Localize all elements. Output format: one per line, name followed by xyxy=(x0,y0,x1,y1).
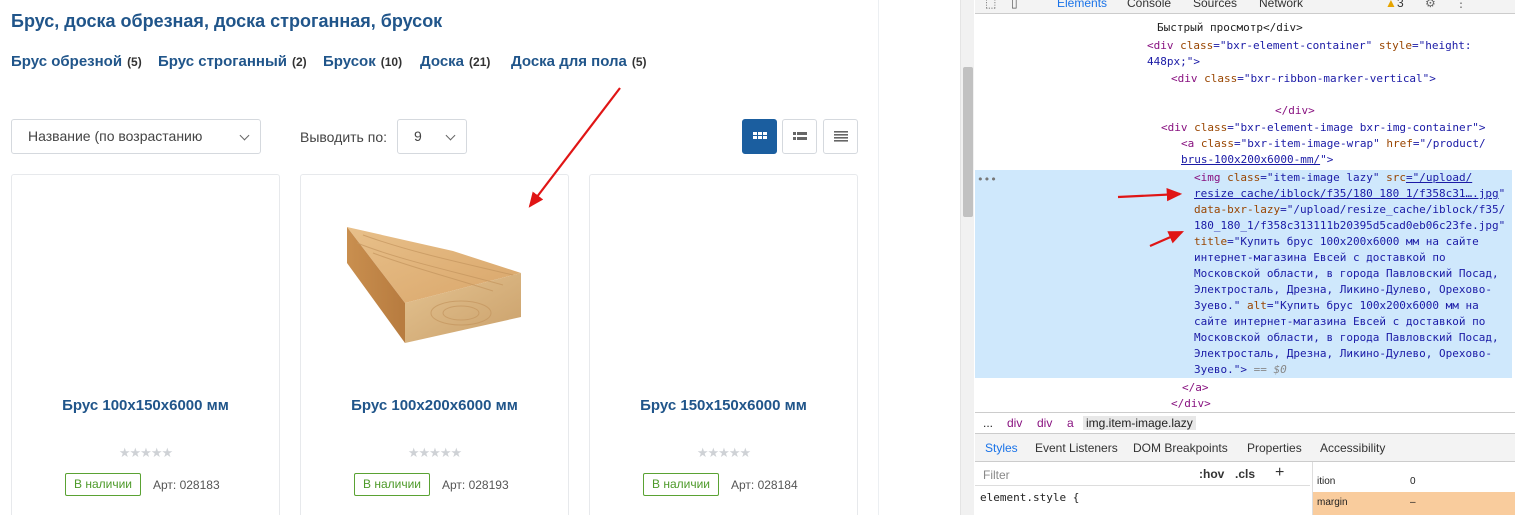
arrow-to-lazy xyxy=(1149,230,1185,248)
arrow-to-src xyxy=(1117,188,1183,202)
arrow-to-image xyxy=(528,87,621,208)
annotation-arrows xyxy=(528,87,1185,248)
